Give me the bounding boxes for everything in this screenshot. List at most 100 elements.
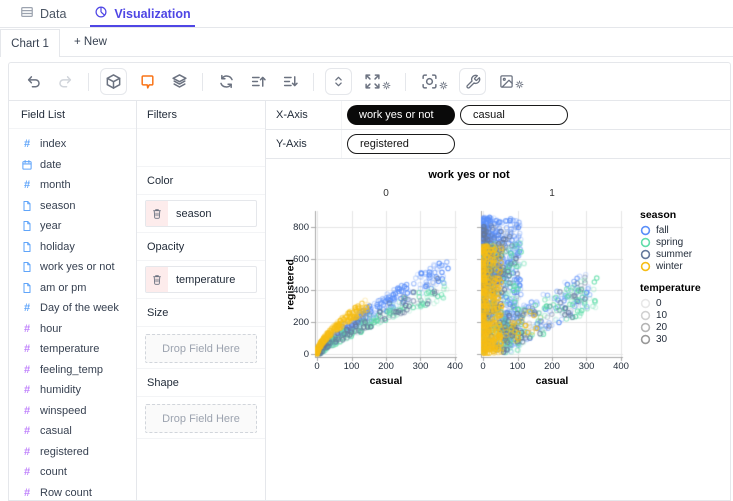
remove-color-field-button[interactable] (146, 201, 168, 226)
resize-button[interactable] (360, 70, 394, 94)
scatter-plot-facet-0[interactable] (309, 207, 461, 367)
cube-button[interactable] (100, 68, 127, 95)
y-tick-label: 0 (281, 349, 309, 360)
legend-temperature-title: temperature (640, 282, 701, 294)
field-item[interactable]: #humidity (9, 380, 136, 401)
hash-icon: # (21, 343, 33, 355)
chart-tab-bar: Chart 1 + New (0, 28, 733, 57)
opacity-field-name: temperature (168, 274, 235, 286)
legend-symbol-icon (640, 261, 651, 272)
size-dropzone[interactable]: Drop Field Here (145, 334, 257, 363)
field-item[interactable]: #Day of the week (9, 298, 136, 319)
field-item-label: season (40, 200, 75, 212)
field-item[interactable]: #casual (9, 421, 136, 442)
field-item[interactable]: year (9, 216, 136, 237)
field-item-label: temperature (40, 343, 99, 355)
legend-season-title: season (640, 209, 701, 221)
annotation-icon (139, 73, 156, 90)
legend-item: 0 (640, 297, 701, 309)
legend-symbol-icon (640, 298, 651, 309)
redo-icon (57, 73, 74, 90)
legend-item-label: 30 (656, 334, 667, 345)
export-image-icon (499, 74, 514, 89)
redo-button (53, 70, 77, 94)
field-item-label: casual (40, 425, 72, 437)
field-item-label: holiday (40, 241, 75, 253)
legend-item-label: winter (656, 261, 683, 272)
shape-dropzone[interactable]: Drop Field Here (145, 404, 257, 433)
field-item-label: hour (40, 323, 62, 335)
tab-visualization[interactable]: Visualization (94, 0, 190, 27)
field-item[interactable]: #registered (9, 442, 136, 463)
table-icon (20, 5, 34, 22)
x-axis-pill-casual[interactable]: casual (460, 105, 568, 125)
field-item[interactable]: # winspeed (9, 401, 136, 422)
layers-button[interactable] (167, 70, 191, 94)
annotation-button[interactable] (135, 70, 159, 94)
scatter-plot-facet-1[interactable] (475, 207, 627, 367)
x-tick-label: 100 (506, 361, 530, 372)
hash-icon: # (21, 405, 33, 417)
resize-icon (364, 73, 381, 90)
field-item[interactable]: #Row count (9, 483, 136, 501)
legend-symbol-icon (640, 334, 651, 345)
field-item[interactable]: season (9, 196, 136, 217)
x-tick-label: 400 (443, 361, 467, 372)
updown-button[interactable] (325, 68, 352, 95)
field-item[interactable]: # hour (9, 319, 136, 340)
hash-icon: # (21, 487, 33, 499)
tab-data-label: Data (40, 7, 66, 21)
field-item[interactable]: #month (9, 175, 136, 196)
field-item-label: winspeed (40, 405, 86, 417)
y-tick-label: 600 (281, 254, 309, 265)
field-item-label: registered (40, 446, 89, 458)
field-item[interactable]: # index (9, 134, 136, 155)
new-chart-button[interactable]: + New (74, 28, 107, 56)
field-item[interactable]: work yes or not (9, 257, 136, 278)
size-dropzone-text: Drop Field Here (162, 343, 240, 355)
x-axis-pill-work-yes-or-not[interactable]: work yes or not (347, 105, 455, 125)
undo-button[interactable] (21, 70, 45, 94)
color-field-name: season (168, 208, 211, 220)
field-item[interactable]: # temperature (9, 339, 136, 360)
field-item[interactable]: date (9, 155, 136, 176)
y-axis-pill-registered[interactable]: registered (347, 134, 455, 154)
document-icon (21, 241, 33, 253)
refresh-button[interactable] (214, 70, 238, 94)
legend-item: 20 (640, 321, 701, 333)
field-item-label: index (40, 138, 66, 150)
toolbar-divider (202, 73, 203, 91)
updown-icon (331, 74, 346, 89)
scan-button[interactable] (417, 70, 451, 94)
legend-item-label: 10 (656, 310, 667, 321)
document-icon (21, 200, 33, 212)
hash-icon: # (21, 179, 33, 191)
field-item-label: year (40, 220, 61, 232)
hash-icon: # (21, 323, 33, 335)
x-axis-shelf: X-Axis work yes or notcasual (266, 101, 730, 130)
sort-descending-icon (282, 73, 299, 90)
sort-ascending-button[interactable] (246, 70, 270, 94)
wrench-icon (465, 74, 481, 90)
tab-data[interactable]: Data (20, 0, 66, 27)
field-item-label: date (40, 159, 61, 171)
color-field-pill[interactable]: season (145, 200, 257, 227)
hash-icon: # (21, 138, 33, 150)
color-label: Color (137, 167, 265, 195)
filters-dropzone[interactable] (137, 129, 265, 167)
toolbar-divider (405, 73, 406, 91)
remove-opacity-field-button[interactable] (146, 267, 168, 292)
opacity-field-pill[interactable]: temperature (145, 266, 257, 293)
field-item[interactable]: am or pm (9, 278, 136, 299)
filters-label: Filters (137, 101, 265, 129)
field-item[interactable]: #count (9, 462, 136, 483)
chart-tab-1[interactable]: Chart 1 (0, 29, 60, 57)
field-item[interactable]: #feeling_temp (9, 360, 136, 381)
wrench-button[interactable] (459, 68, 486, 95)
export-image-button[interactable] (494, 70, 528, 94)
refresh-icon (218, 73, 235, 90)
field-item-label: am or pm (40, 282, 86, 294)
sort-descending-button[interactable] (278, 70, 302, 94)
field-item[interactable]: holiday (9, 237, 136, 258)
x-axis-title: casual (356, 375, 416, 387)
